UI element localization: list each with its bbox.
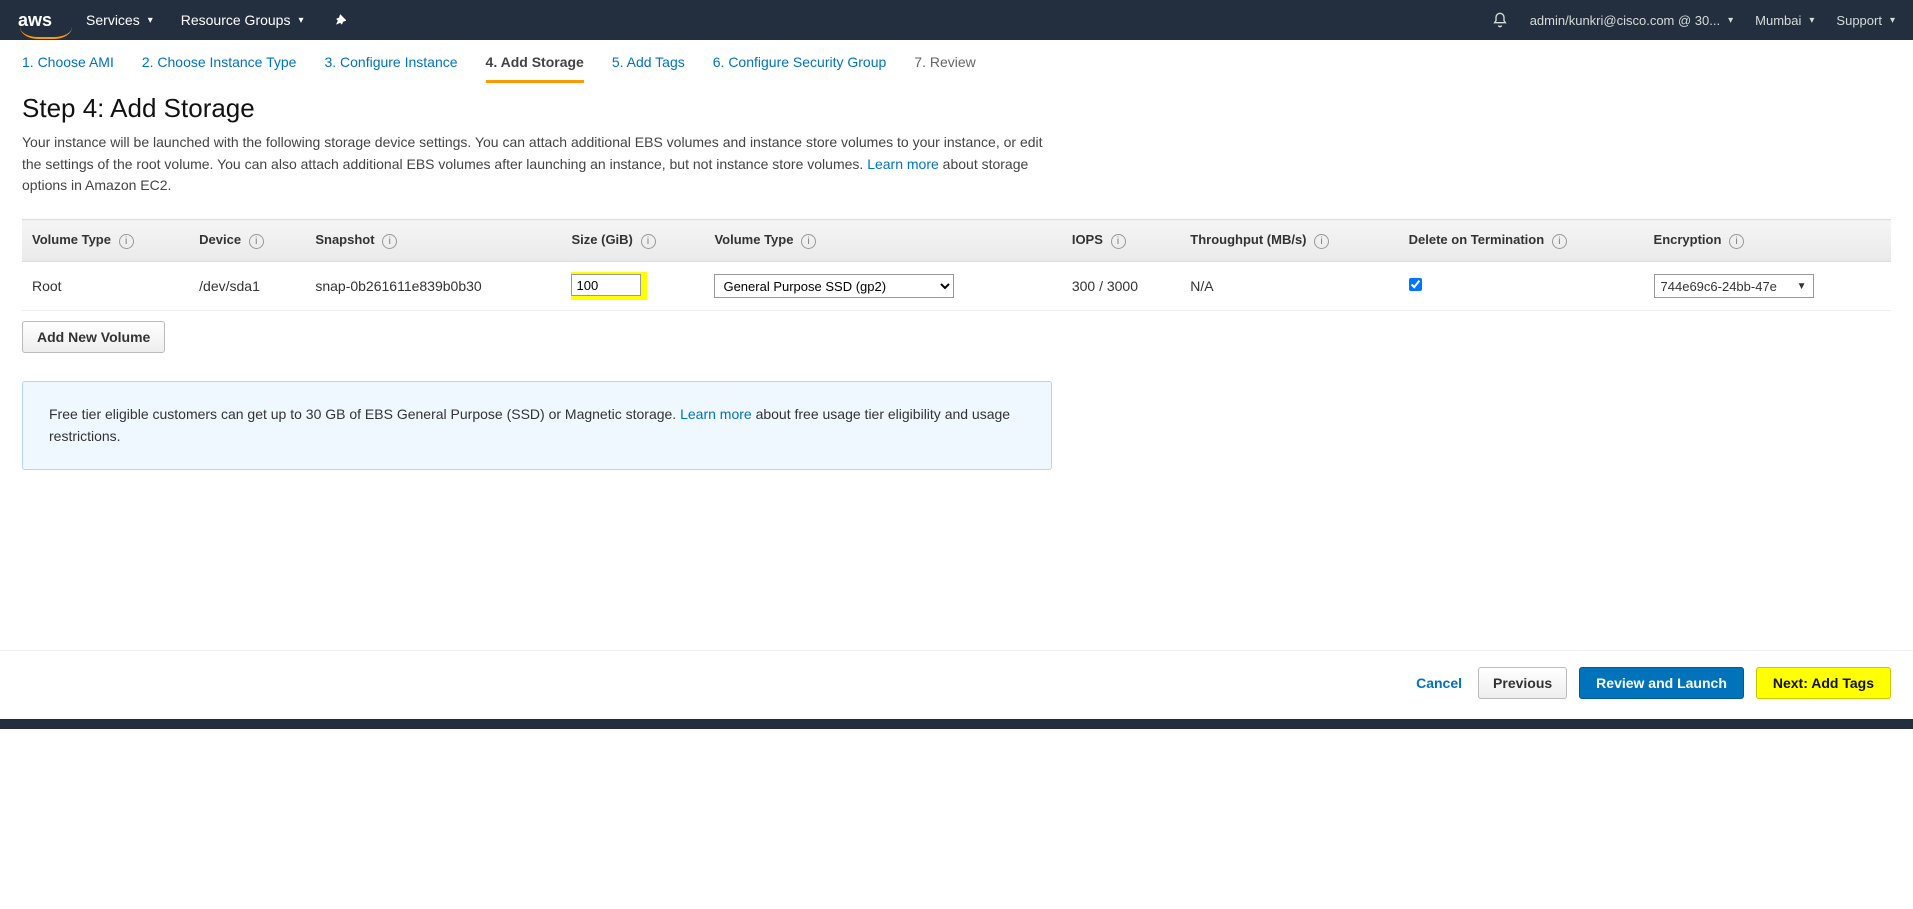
chevron-down-icon: ▾ xyxy=(148,15,153,26)
tab-choose-instance-type[interactable]: 2. Choose Instance Type xyxy=(142,54,297,83)
region-label: Mumbai xyxy=(1755,13,1801,28)
account-label: admin/kunkri@cisco.com @ 30... xyxy=(1530,13,1720,28)
col-throughput: Throughput (MB/s) i xyxy=(1180,220,1398,262)
notifications-button[interactable] xyxy=(1492,12,1508,28)
chevron-down-icon: ▾ xyxy=(1890,15,1895,26)
top-navigation: aws Services ▾ Resource Groups ▾ admin/k… xyxy=(0,0,1913,40)
col-iops: IOPS i xyxy=(1062,220,1180,262)
col-device-label: Device xyxy=(199,232,241,247)
chevron-down-icon: ▾ xyxy=(1728,15,1733,26)
col-device: Device i xyxy=(189,220,305,262)
info-icon[interactable]: i xyxy=(801,234,816,249)
tab-add-storage[interactable]: 4. Add Storage xyxy=(486,54,584,83)
col-snapshot-label: Snapshot xyxy=(315,232,374,247)
info-icon[interactable]: i xyxy=(641,234,656,249)
col-snapshot: Snapshot i xyxy=(305,220,561,262)
tab-choose-ami[interactable]: 1. Choose AMI xyxy=(22,54,114,83)
tab-add-tags[interactable]: 5. Add Tags xyxy=(612,54,685,83)
table-row: Root /dev/sda1 snap-0b261611e839b0b30 Ge… xyxy=(22,262,1891,311)
next-add-tags-button[interactable]: Next: Add Tags xyxy=(1756,667,1891,699)
region-menu[interactable]: Mumbai ▾ xyxy=(1755,13,1814,28)
tab-configure-instance[interactable]: 3. Configure Instance xyxy=(324,54,457,83)
col-iops-label: IOPS xyxy=(1072,232,1103,247)
cell-throughput: N/A xyxy=(1180,262,1398,311)
nav-right: admin/kunkri@cisco.com @ 30... ▾ Mumbai … xyxy=(1492,12,1895,28)
size-highlight xyxy=(571,272,647,300)
cell-iops: 300 / 3000 xyxy=(1062,262,1180,311)
info-icon[interactable]: i xyxy=(249,234,264,249)
add-new-volume-button[interactable]: Add New Volume xyxy=(22,321,165,353)
account-menu[interactable]: admin/kunkri@cisco.com @ 30... ▾ xyxy=(1530,13,1733,28)
col-volume-type-2: Volume Type i xyxy=(704,220,1061,262)
pin-icon xyxy=(332,13,346,27)
col-delete-on-termination: Delete on Termination i xyxy=(1399,220,1644,262)
info-icon[interactable]: i xyxy=(382,234,397,249)
storage-table: Volume Type i Device i Snapshot i Size (… xyxy=(22,219,1891,311)
cell-encryption: 744e69c6-24bb-47e ▼ xyxy=(1644,262,1891,311)
chevron-down-icon: ▾ xyxy=(1809,15,1814,26)
wizard-footer: Cancel Previous Review and Launch Next: … xyxy=(0,650,1913,715)
review-and-launch-button[interactable]: Review and Launch xyxy=(1579,667,1744,699)
info-text-1: Free tier eligible customers can get up … xyxy=(49,406,680,422)
chevron-down-icon: ▼ xyxy=(1797,281,1807,292)
tab-review[interactable]: 7. Review xyxy=(914,54,975,83)
encryption-value: 744e69c6-24bb-47e xyxy=(1661,279,1791,294)
tab-configure-security-group[interactable]: 6. Configure Security Group xyxy=(713,54,887,83)
page-content: Step 4: Add Storage Your instance will b… xyxy=(0,83,1913,490)
encryption-select[interactable]: 744e69c6-24bb-47e ▼ xyxy=(1654,274,1814,298)
cell-volume-type-select: General Purpose SSD (gp2) xyxy=(704,262,1061,311)
col-size: Size (GiB) i xyxy=(561,220,704,262)
pin-button[interactable] xyxy=(332,13,346,27)
info-icon[interactable]: i xyxy=(119,234,134,249)
col-volume-type-label: Volume Type xyxy=(32,232,111,247)
info-learn-more-link[interactable]: Learn more xyxy=(680,406,752,422)
nav-menu: Services ▾ Resource Groups ▾ xyxy=(86,12,345,28)
learn-more-link[interactable]: Learn more xyxy=(867,156,939,172)
delete-on-termination-checkbox[interactable] xyxy=(1409,278,1422,291)
col-throughput-label: Throughput (MB/s) xyxy=(1190,232,1306,247)
page-description: Your instance will be launched with the … xyxy=(22,132,1052,197)
resource-groups-label: Resource Groups xyxy=(181,12,291,28)
support-menu[interactable]: Support ▾ xyxy=(1836,13,1895,28)
wizard-tabs: 1. Choose AMI 2. Choose Instance Type 3.… xyxy=(0,40,1913,83)
table-header-row: Volume Type i Device i Snapshot i Size (… xyxy=(22,220,1891,262)
cell-device: /dev/sda1 xyxy=(189,262,305,311)
col-size-label: Size (GiB) xyxy=(571,232,632,247)
col-encryption: Encryption i xyxy=(1644,220,1891,262)
volume-type-select[interactable]: General Purpose SSD (gp2) xyxy=(714,274,954,298)
info-icon[interactable]: i xyxy=(1111,234,1126,249)
cell-volume-type: Root xyxy=(22,262,189,311)
col-volume-type: Volume Type i xyxy=(22,220,189,262)
cell-snapshot: snap-0b261611e839b0b30 xyxy=(305,262,561,311)
info-icon[interactable]: i xyxy=(1729,234,1744,249)
col-volume-type-2-label: Volume Type xyxy=(714,232,793,247)
size-input[interactable] xyxy=(571,274,641,296)
col-delete-label: Delete on Termination xyxy=(1409,232,1545,247)
cancel-button[interactable]: Cancel xyxy=(1416,675,1462,691)
previous-button[interactable]: Previous xyxy=(1478,667,1567,699)
info-icon[interactable]: i xyxy=(1314,234,1329,249)
services-label: Services xyxy=(86,12,140,28)
services-menu[interactable]: Services ▾ xyxy=(86,12,153,28)
bell-icon xyxy=(1492,12,1508,28)
bottom-bar xyxy=(0,719,1913,729)
page-title: Step 4: Add Storage xyxy=(22,93,1891,124)
cell-delete-on-termination xyxy=(1399,262,1644,311)
resource-groups-menu[interactable]: Resource Groups ▾ xyxy=(181,12,304,28)
aws-logo[interactable]: aws xyxy=(18,10,52,31)
info-icon[interactable]: i xyxy=(1552,234,1567,249)
cell-size xyxy=(561,262,704,311)
support-label: Support xyxy=(1836,13,1882,28)
col-encryption-label: Encryption xyxy=(1654,232,1722,247)
chevron-down-icon: ▾ xyxy=(298,15,303,26)
free-tier-info-box: Free tier eligible customers can get up … xyxy=(22,381,1052,470)
